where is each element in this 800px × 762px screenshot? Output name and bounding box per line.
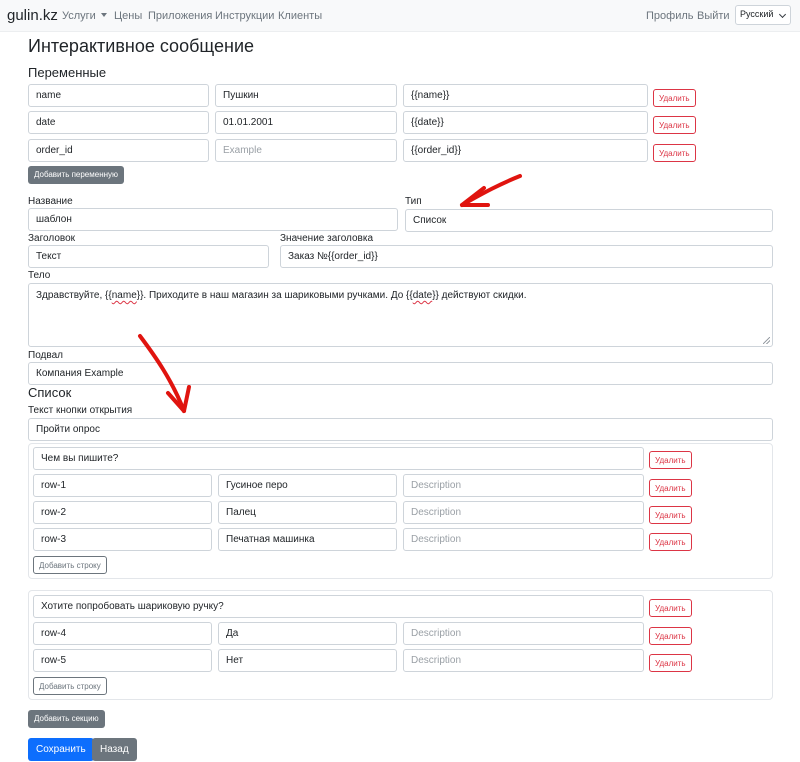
row-id-input[interactable]: row-4 [33,622,212,645]
delete-row-button[interactable]: Удалить [649,533,692,551]
footer-input[interactable]: Компания Example [28,362,773,385]
row-description-input[interactable]: Description [403,622,644,645]
body-label: Тело [28,270,51,281]
chevron-down-icon [778,10,787,19]
navbar: gulin.kz Услуги Цены Приложения Инструкц… [0,0,800,32]
variables-heading: Переменные [28,65,107,80]
body-textarea[interactable]: Здравствуйте, {{name}}. Приходите в наш … [28,283,773,347]
variable-value-input[interactable]: Пушкин [215,84,397,107]
variable-token-input[interactable]: {{date}} [403,111,648,134]
nav-prices[interactable]: Цены [114,10,142,22]
name-input[interactable]: шаблон [28,208,398,231]
delete-variable-button[interactable]: Удалить [653,89,696,107]
row-title-input[interactable]: Да [218,622,397,645]
annotation-arrow-type-head [460,186,490,207]
list-heading: Список [28,385,72,400]
section-title-input[interactable]: Чем вы пишите? [33,447,644,470]
header-type-select[interactable]: Текст [28,245,269,268]
row-title-input[interactable]: Нет [218,649,397,672]
body-text-token: name [111,290,137,301]
row-id-input[interactable]: row-3 [33,528,212,551]
add-row-button[interactable]: Добавить строку [33,677,107,695]
row-description-input[interactable]: Description [403,528,644,551]
brand-logo[interactable]: gulin.kz [7,7,58,24]
page-title: Интерактивное сообщение [28,36,255,56]
row-id-input[interactable]: row-5 [33,649,212,672]
row-title-input[interactable]: Гусиное перо [218,474,397,497]
variable-name-input[interactable]: name [28,84,209,107]
delete-variable-button[interactable]: Удалить [653,116,696,134]
row-description-input[interactable]: Description [403,474,644,497]
list-button-label: Текст кнопки открытия [28,405,133,416]
delete-row-button[interactable]: Удалить [649,506,692,524]
type-label: Тип [405,196,422,207]
header-value-input[interactable]: Заказ №{{order_id}} [280,245,773,268]
row-title-input[interactable]: Палец [218,501,397,524]
resize-handle-icon[interactable] [763,337,770,344]
back-button[interactable]: Назад [92,738,137,761]
annotation-arrow-type [460,174,522,207]
annotation-arrow-list-head [166,385,191,413]
nav-instructions[interactable]: Инструкции [215,10,274,22]
add-variable-button[interactable]: Добавить переменную [28,166,125,184]
name-label: Название [28,196,73,207]
row-description-input[interactable]: Description [403,501,644,524]
body-text: }}. Приходите в наш магазин за шариковым… [136,290,413,301]
type-select[interactable]: Список [405,209,773,232]
delete-section-button[interactable]: Удалить [649,451,692,469]
footer-label: Подвал [28,350,63,361]
chevron-down-icon [100,13,107,17]
variable-value-input[interactable]: 01.01.2001 [215,111,397,134]
row-title-input[interactable]: Печатная машинка [218,528,397,551]
row-id-input[interactable]: row-1 [33,474,212,497]
save-button[interactable]: Сохранить [28,738,94,761]
delete-row-button[interactable]: Удалить [649,479,692,497]
add-section-button[interactable]: Добавить секцию [28,710,105,728]
add-row-button[interactable]: Добавить строку [33,556,107,574]
variable-token-input[interactable]: {{name}} [403,84,648,107]
nav-logout[interactable]: Выйти [697,10,730,22]
nav-clients[interactable]: Клиенты [278,10,322,22]
nav-profile[interactable]: Профиль [646,10,694,22]
variable-name-input[interactable]: date [28,111,209,134]
delete-section-button[interactable]: Удалить [649,599,692,617]
delete-variable-button[interactable]: Удалить [653,144,696,162]
header-label: Заголовок [28,233,76,244]
variable-token-input[interactable]: {{order_id}} [403,139,648,162]
language-select[interactable]: Русский [735,5,791,25]
body-text-token: date [412,290,433,301]
variable-value-input[interactable]: Example [215,139,397,162]
nav-apps[interactable]: Приложения [148,10,212,22]
row-description-input[interactable]: Description [403,649,644,672]
delete-row-button[interactable]: Удалить [649,654,692,672]
row-id-input[interactable]: row-2 [33,501,212,524]
body-text: }} действуют скидки. [432,290,527,301]
header-value-label: Значение заголовка [280,233,374,244]
delete-row-button[interactable]: Удалить [649,627,692,645]
variable-name-input[interactable]: order_id [28,139,209,162]
list-button-input[interactable]: Пройти опрос [28,418,773,441]
nav-services[interactable]: Услуги [62,10,107,22]
body-text: Здравствуйте, {{ [36,290,112,301]
section-title-input[interactable]: Хотите попробовать шариковую ручку? [33,595,644,618]
